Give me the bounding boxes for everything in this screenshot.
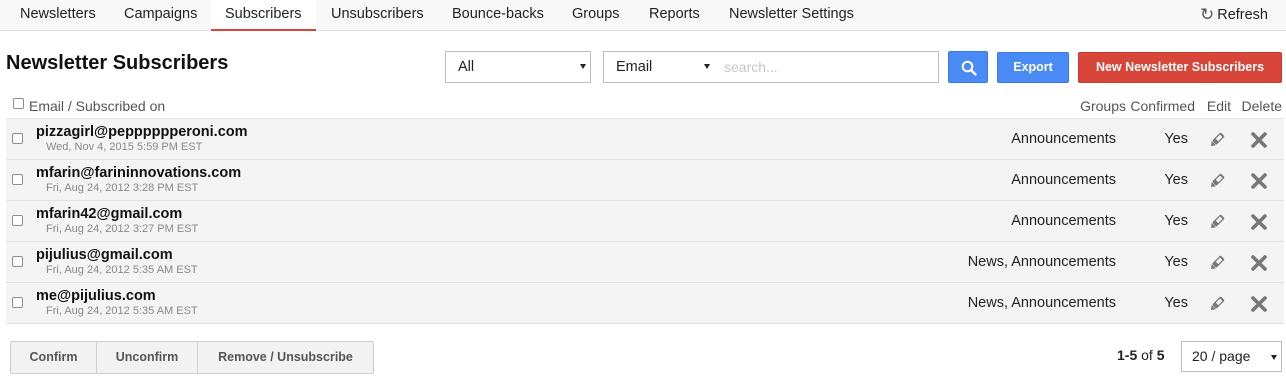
row-checkbox[interactable] (12, 133, 23, 144)
row-checkbox[interactable] (12, 215, 23, 226)
close-icon[interactable] (1250, 254, 1268, 272)
close-icon[interactable] (1250, 172, 1268, 190)
confirmed-status: Yes (1164, 131, 1188, 147)
pencil-icon[interactable] (1208, 213, 1226, 231)
pagination-info: 1-5 of 5 (1117, 347, 1165, 363)
bulk-actions: Confirm Unconfirm Remove / Unsubscribe (10, 341, 374, 374)
chevron-down-icon (704, 64, 710, 69)
pagination-range: 1-5 (1117, 347, 1138, 363)
confirmed-status: Yes (1164, 172, 1188, 188)
pencil-icon[interactable] (1208, 295, 1226, 313)
header-delete: Delete (1241, 98, 1282, 114)
search-button[interactable] (948, 51, 988, 83)
pencil-icon[interactable] (1208, 254, 1226, 272)
row-checkbox[interactable] (12, 256, 23, 267)
header-confirmed[interactable]: Confirmed (1130, 98, 1195, 114)
chevron-down-icon (1271, 355, 1277, 360)
filter-select[interactable]: All (445, 51, 591, 83)
pencil-icon[interactable] (1208, 172, 1226, 190)
export-button[interactable]: Export (997, 52, 1069, 83)
table-row: pijulius@gmail.com Fri, Aug 24, 2012 5:3… (6, 242, 1284, 283)
header-email[interactable]: Email / Subscribed on (29, 98, 165, 114)
tab-unsubscribers[interactable]: Unsubscribers (331, 0, 424, 31)
tab-newsletter-settings[interactable]: Newsletter Settings (729, 0, 854, 31)
per-page-value: 20 / page (1192, 348, 1251, 364)
subscribed-date: Wed, Nov 4, 2015 5:59 PM EST (46, 141, 203, 153)
subscriber-email[interactable]: pijulius@gmail.com (36, 247, 173, 263)
header-groups[interactable]: Groups (1080, 98, 1126, 114)
table-row: mfarin42@gmail.com Fri, Aug 24, 2012 3:2… (6, 201, 1284, 242)
pencil-icon[interactable] (1208, 131, 1226, 149)
top-nav: Newsletters Campaigns Subscribers Unsubs… (0, 0, 1286, 31)
field-select-value: Email (616, 59, 653, 75)
subscriber-groups: Announcements (1011, 131, 1116, 147)
tab-subscribers[interactable]: Subscribers (211, 0, 316, 31)
subscriber-list: pizzagirl@pepppppperoni.com Wed, Nov 4, … (6, 119, 1284, 324)
pagination-of: of (1141, 347, 1153, 363)
confirmed-status: Yes (1164, 295, 1188, 311)
refresh-button[interactable]: ↻ Refresh (1200, 0, 1268, 31)
unconfirm-button[interactable]: Unconfirm (97, 342, 198, 373)
table-row: me@pijulius.com Fri, Aug 24, 2012 5:35 A… (6, 283, 1284, 324)
filter-select-value: All (458, 59, 475, 75)
subscribed-date: Fri, Aug 24, 2012 3:27 PM EST (46, 223, 199, 235)
tab-bounce-backs[interactable]: Bounce-backs (452, 0, 544, 31)
subscriber-groups: News, Announcements (967, 254, 1116, 270)
subscriber-groups: Announcements (1011, 213, 1116, 229)
table-row: pizzagirl@pepppppperoni.com Wed, Nov 4, … (6, 119, 1284, 160)
search-icon (961, 60, 977, 76)
confirm-button[interactable]: Confirm (11, 342, 97, 373)
close-icon[interactable] (1250, 131, 1268, 149)
subscriber-email[interactable]: mfarin42@gmail.com (36, 206, 182, 222)
select-all-checkbox[interactable] (13, 98, 24, 109)
new-subscribers-button[interactable]: New Newsletter Subscribers (1078, 52, 1282, 83)
close-icon[interactable] (1250, 213, 1268, 231)
subscriber-groups: Announcements (1011, 172, 1116, 188)
subscriber-email[interactable]: me@pijulius.com (36, 288, 156, 304)
refresh-label: Refresh (1217, 7, 1268, 23)
tab-reports[interactable]: Reports (649, 0, 700, 31)
close-icon[interactable] (1250, 295, 1268, 313)
table-row: mfarin@farininnovations.com Fri, Aug 24,… (6, 160, 1284, 201)
tab-newsletters[interactable]: Newsletters (20, 0, 96, 31)
refresh-icon: ↻ (1199, 5, 1215, 24)
confirmed-status: Yes (1164, 213, 1188, 229)
pagination-total: 5 (1156, 347, 1165, 363)
row-checkbox[interactable] (12, 174, 23, 185)
row-checkbox[interactable] (12, 297, 23, 308)
subscriber-groups: News, Announcements (967, 295, 1116, 311)
subscriber-email[interactable]: mfarin@farininnovations.com (36, 165, 241, 181)
chevron-down-icon (580, 64, 586, 69)
table-header: Email / Subscribed on Groups Confirmed E… (6, 95, 1284, 119)
per-page-select[interactable]: 20 / page (1181, 341, 1282, 372)
subscribed-date: Fri, Aug 24, 2012 5:35 AM EST (46, 305, 198, 317)
remove-unsubscribe-button[interactable]: Remove / Unsubscribe (198, 342, 373, 373)
subscriber-email[interactable]: pizzagirl@pepppppperoni.com (36, 124, 248, 140)
header-edit: Edit (1206, 98, 1231, 114)
tab-campaigns[interactable]: Campaigns (124, 0, 197, 31)
subscribed-date: Fri, Aug 24, 2012 3:28 PM EST (46, 182, 199, 194)
search-input[interactable] (714, 51, 939, 83)
subscribed-date: Fri, Aug 24, 2012 5:35 AM EST (46, 264, 198, 276)
field-select[interactable]: Email (603, 51, 715, 83)
tab-groups[interactable]: Groups (572, 0, 620, 31)
confirmed-status: Yes (1164, 254, 1188, 270)
page-title: Newsletter Subscribers (6, 52, 229, 74)
